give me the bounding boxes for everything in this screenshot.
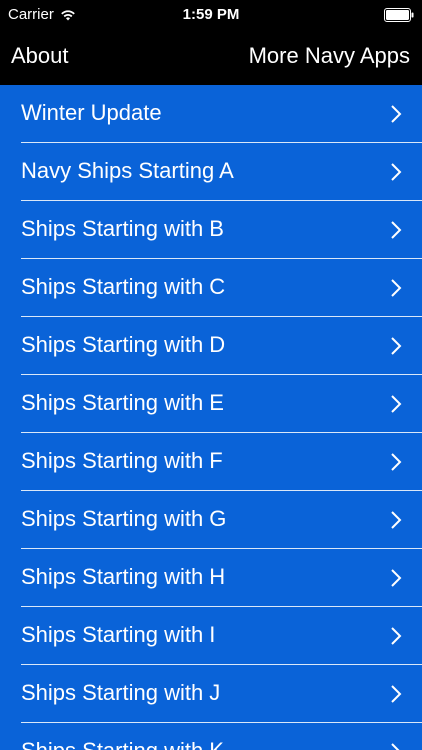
chevron-right-icon <box>391 337 402 355</box>
list-item-label: Ships Starting with F <box>21 448 223 473</box>
list-item-ships-g[interactable]: Ships Starting with G <box>21 491 422 549</box>
battery-icon <box>384 8 414 22</box>
list-item-navy-ships-a[interactable]: Navy Ships Starting A <box>21 143 422 201</box>
list-item-label: Ships Starting with K <box>21 738 224 750</box>
list-item-winter-update[interactable]: Winter Update <box>21 85 422 143</box>
status-right <box>384 8 414 22</box>
list-item-ships-b[interactable]: Ships Starting with B <box>21 201 422 259</box>
list-item-label: Ships Starting with D <box>21 332 226 357</box>
list-item-label: Ships Starting with H <box>21 564 226 589</box>
chevron-right-icon <box>391 569 402 587</box>
chevron-right-icon <box>391 511 402 529</box>
list-item-ships-i[interactable]: Ships Starting with I <box>21 607 422 665</box>
chevron-right-icon <box>391 627 402 645</box>
status-time: 1:59 PM <box>182 6 240 23</box>
list-item-label: Ships Starting with B <box>21 216 224 241</box>
list-item-label: Ships Starting with E <box>21 390 224 415</box>
status-bar: Carrier 1:59 PM <box>0 0 422 30</box>
chevron-right-icon <box>391 453 402 471</box>
list-item-ships-k[interactable]: Ships Starting with K <box>21 723 422 750</box>
list-item-ships-c[interactable]: Ships Starting with C <box>21 259 422 317</box>
chevron-right-icon <box>391 221 402 239</box>
list-item-ships-j[interactable]: Ships Starting with J <box>21 665 422 723</box>
list-item-label: Winter Update <box>21 100 162 125</box>
list-item-ships-h[interactable]: Ships Starting with H <box>21 549 422 607</box>
list-item-ships-d[interactable]: Ships Starting with D <box>21 317 422 375</box>
ship-list: Winter Update Navy Ships Starting A Ship… <box>0 85 422 750</box>
more-navy-apps-button[interactable]: More Navy Apps <box>249 43 410 69</box>
chevron-right-icon <box>391 685 402 703</box>
list-item-label: Ships Starting with G <box>21 506 227 531</box>
list-item-ships-f[interactable]: Ships Starting with F <box>21 433 422 491</box>
nav-bar: About More Navy Apps <box>0 30 422 85</box>
list-item-ships-e[interactable]: Ships Starting with E <box>21 375 422 433</box>
chevron-right-icon <box>391 743 400 750</box>
app-screen: Carrier 1:59 PM About More Navy Apps Win… <box>0 0 422 750</box>
chevron-right-icon <box>391 279 402 297</box>
list-item-label: Ships Starting with C <box>21 274 226 299</box>
about-button[interactable]: About <box>11 43 69 69</box>
list-item-label: Navy Ships Starting A <box>21 158 234 183</box>
list-item-label: Ships Starting with I <box>21 622 216 647</box>
chevron-right-icon <box>391 163 402 181</box>
list-item-label: Ships Starting with J <box>21 680 221 705</box>
chevron-right-icon <box>391 395 402 413</box>
chevron-right-icon <box>391 105 402 123</box>
